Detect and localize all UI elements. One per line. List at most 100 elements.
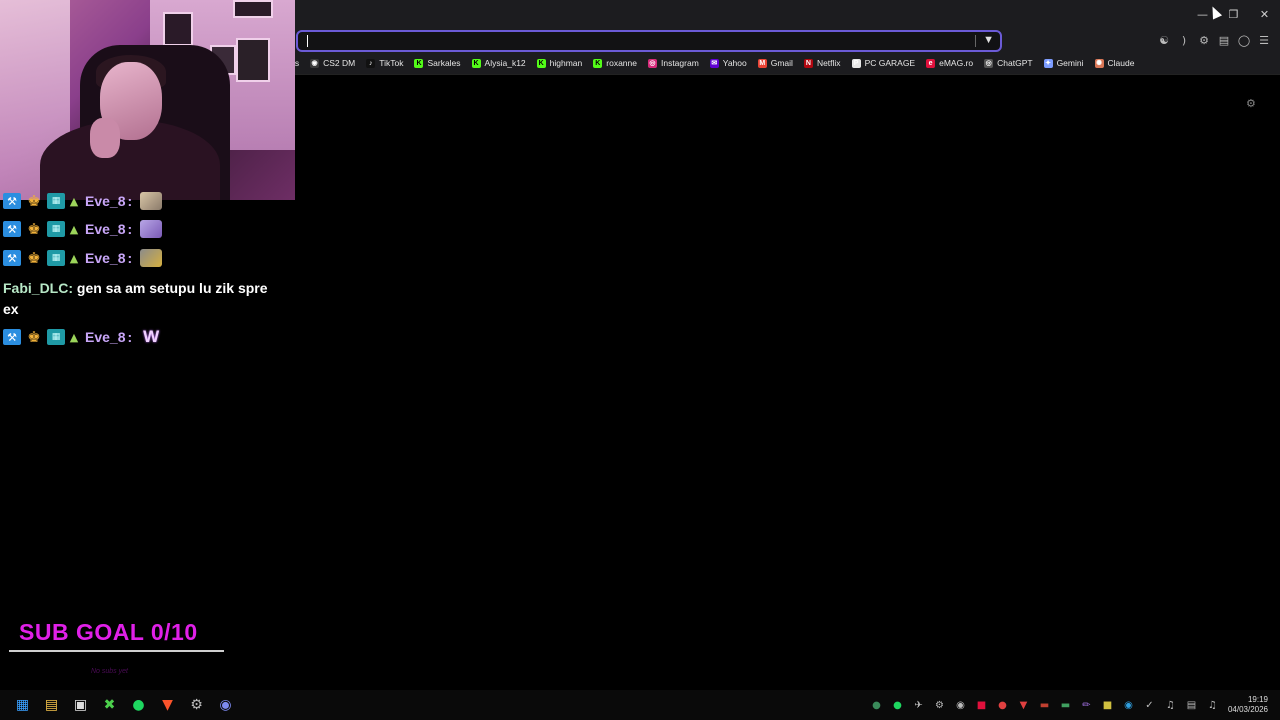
tray-app-icon[interactable]: ▼ [1013, 690, 1034, 720]
xbox-icon[interactable]: ✖ [95, 690, 124, 720]
maximize-button[interactable]: ❐ [1218, 0, 1249, 28]
bookmark-label: Claude [1107, 58, 1135, 68]
close-button[interactable]: ✕ [1249, 0, 1280, 28]
tray-app-icon[interactable]: ● [992, 690, 1013, 720]
steam-icon[interactable]: ⚙ [182, 690, 211, 720]
gmail-icon: M [757, 58, 767, 68]
bookmark-label: Netflix [816, 58, 841, 68]
bookmark-alysia-k12[interactable]: K Alysia_k12 [471, 58, 526, 68]
sub-badge-icon: ▦ [47, 221, 65, 237]
bookmark-cs2-dm[interactable]: ◉ CS2 DM [310, 58, 355, 68]
tray-app-icon[interactable]: ▬ [1034, 690, 1055, 720]
spotify-tray-icon[interactable]: ● [887, 690, 908, 720]
gemini-icon: ✦ [1043, 58, 1053, 68]
taskbar-clock[interactable]: 19:19 04/03/2026 [1228, 695, 1268, 715]
bookmark-sarkales[interactable]: K Sarkales [414, 58, 461, 68]
bookmark-label: roxanne [606, 58, 637, 68]
settings-gear-icon[interactable]: ⚙ [1246, 97, 1256, 110]
bookmark-chatgpt[interactable]: ◎ ChatGPT [984, 58, 1033, 68]
windows-start-icon[interactable]: ▦ [8, 690, 37, 720]
menu-icon[interactable]: ☰ [1254, 30, 1274, 50]
read-aloud-icon[interactable]: ) [1174, 30, 1194, 50]
toolbar-icons: ☯ ) ⚙ ▤ ◯ ☰ [1154, 30, 1274, 50]
clock-time: 19:19 [1247, 695, 1268, 704]
emote-w: W [143, 327, 160, 346]
bits-badge-icon: ▲ [69, 251, 79, 265]
bookmark-label: ChatGPT [997, 58, 1033, 68]
yahoo-icon: ✉ [709, 58, 719, 68]
file-explorer-icon[interactable]: ▤ [37, 690, 66, 720]
tray-app-icon[interactable]: ■ [971, 690, 992, 720]
tray-app-icon[interactable]: ● [866, 690, 887, 720]
bookmark-gmail[interactable]: M Gmail [757, 58, 793, 68]
kick-icon: K [414, 58, 424, 68]
bookmark-pc-garage[interactable]: P PC GARAGE [851, 58, 916, 68]
windows-taskbar: ▦ ▤ ▣ ✖ ● ▼ ⚙ ◉ ● ● ✈ ⚙ ◉ ■ ● ▼ ▬ ▬ ✏ ■ … [0, 690, 1280, 720]
chat-username: Eve_8 [85, 329, 126, 345]
tray-expand-icon[interactable]: ✓ [1139, 690, 1160, 720]
sidebar-icon[interactable]: ▤ [1214, 30, 1234, 50]
tray-app-icon[interactable]: ✏ [1076, 690, 1097, 720]
emote-icon [140, 220, 163, 238]
bookmark-label: Gmail [770, 58, 793, 68]
bookmark-netflix[interactable]: N Netflix [803, 58, 841, 68]
bits-badge-icon: ▲ [69, 330, 79, 344]
sub-goal-subtitle: No subs yet [91, 668, 128, 675]
chat-username: Eve_8 [85, 193, 126, 209]
bits-badge-icon: ▲ [69, 194, 79, 208]
chat-username: Eve_8 [85, 250, 126, 266]
chatgpt-icon: ◎ [984, 58, 994, 68]
bookmark-highman[interactable]: Khighman [536, 58, 582, 68]
webcam-overlay [0, 0, 295, 200]
bookmarks-list: rs ◉ CS2 DM ♪ TikTok K Sarkales K Alysia_k12 Khig… [292, 52, 1145, 74]
moderator-badge-icon: ⚒ [3, 250, 21, 266]
rewards-icon[interactable]: ◯ [1234, 30, 1254, 50]
bookmark-label: Alysia_k12 [484, 58, 526, 68]
bookmark-yahoo[interactable]: ✉ Yahoo [709, 58, 747, 68]
spotify-icon[interactable]: ● [124, 690, 153, 720]
extensions-icon[interactable]: ⚙ [1194, 30, 1214, 50]
volume-icon[interactable]: ♫ [1202, 690, 1223, 720]
tray-app-icon[interactable]: ⚙ [929, 690, 950, 720]
brave-shield-icon[interactable]: ▼ [983, 34, 994, 46]
bookmark-instagram[interactable]: ◎ Instagram [647, 58, 699, 68]
brave-browser-icon[interactable]: ▼ [153, 690, 182, 720]
tray-app-icon[interactable]: ◉ [950, 690, 971, 720]
bookmark-label: TikTok [379, 58, 404, 68]
bookmark-label: PC GARAGE [864, 58, 916, 68]
microphone-icon[interactable]: ♫ [1160, 690, 1181, 720]
crown-badge-icon: ♚ [27, 328, 41, 346]
bits-badge-icon: ▲ [69, 222, 79, 236]
sub-goal-title: SUB GOAL 0/10 [19, 619, 198, 645]
sub-goal-progress-bar [9, 650, 224, 652]
sub-badge-icon: ▦ [47, 329, 65, 345]
bookmark-label: Sarkales [427, 58, 461, 68]
store-icon[interactable]: ▣ [66, 690, 95, 720]
tiktok-icon: ♪ [366, 58, 376, 68]
emag-icon: e [926, 58, 936, 68]
bookmark-label: Gemini [1056, 58, 1084, 68]
emote-icon [140, 192, 163, 210]
clock-date: 04/03/2026 [1227, 705, 1268, 714]
tray-app-icon[interactable]: ◉ [1118, 690, 1139, 720]
bookmark-roxanne[interactable]: Kroxanne [593, 58, 637, 68]
bookmark-claude[interactable]: ✺ Claude [1094, 58, 1135, 68]
bookmark-gemini[interactable]: ✦ Gemini [1043, 58, 1084, 68]
bookmark-label: CS2 DM [323, 58, 356, 68]
sub-badge-icon: ▦ [47, 193, 65, 209]
chat-username: Eve_8 [85, 221, 126, 237]
steam-tray-icon[interactable]: ✈ [908, 690, 929, 720]
kick-icon: K [471, 58, 481, 68]
bookmark-emag-ro[interactable]: e eMAG.ro [926, 58, 973, 68]
tray-app-icon[interactable]: ■ [1097, 690, 1118, 720]
network-icon[interactable]: ▤ [1181, 690, 1202, 720]
kick-icon: K [593, 58, 603, 68]
bookmark-tiktok[interactable]: ♪ TikTok [366, 58, 403, 68]
sub-badge-icon: ▦ [47, 250, 65, 266]
vpn-icon[interactable]: ☯ [1154, 30, 1174, 50]
tray-app-icon[interactable]: ▬ [1055, 690, 1076, 720]
chat-message: ⚒ ♚ ▦ ▲ Eve_8: [3, 192, 163, 210]
address-bar[interactable]: ▼ [296, 30, 1002, 52]
discord-icon[interactable]: ◉ [211, 690, 240, 720]
bookmark-label: Yahoo [722, 58, 747, 68]
